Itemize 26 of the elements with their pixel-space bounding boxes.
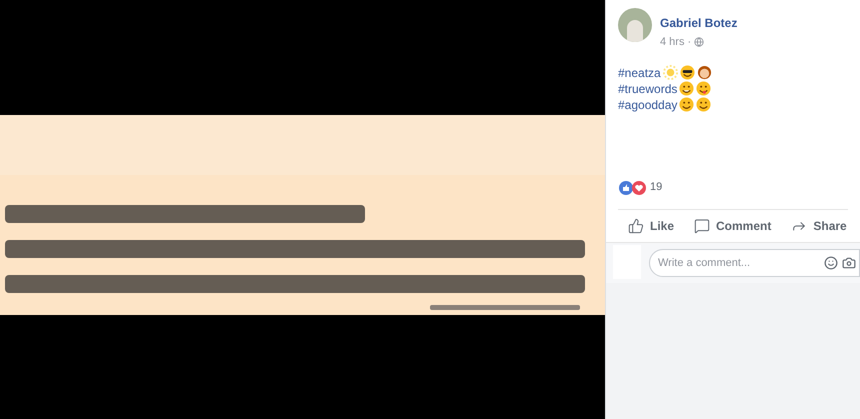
- globe-icon: [694, 37, 704, 48]
- tongue-face-icon: [696, 81, 712, 96]
- comment-button[interactable]: Comment: [694, 216, 772, 234]
- heart-reaction-icon[interactable]: [632, 180, 646, 194]
- hashtag-link[interactable]: #truewords: [618, 80, 678, 98]
- grinning-face-icon: [679, 81, 694, 96]
- smiling-face-icon: [696, 97, 712, 112]
- thumbs-up-icon: [628, 218, 644, 234]
- author-name[interactable]: Gabriel Botez: [660, 16, 738, 30]
- sun-icon: [662, 65, 678, 80]
- comment-field[interactable]: Write a comment...: [649, 248, 860, 276]
- reaction-count[interactable]: 19: [650, 179, 662, 196]
- share-button[interactable]: Share: [791, 216, 847, 234]
- post-time[interactable]: 4 hrs: [660, 34, 684, 50]
- separator: ·: [687, 35, 692, 50]
- speech-bubble-icon: [694, 218, 710, 234]
- avatar[interactable]: [618, 8, 652, 42]
- hashtag-link[interactable]: #agoodday: [618, 96, 678, 114]
- hashtag-link[interactable]: #neatza: [618, 64, 661, 82]
- emoji-icon[interactable]: [824, 256, 838, 270]
- like-button[interactable]: Like: [628, 216, 674, 234]
- person-icon: [696, 65, 712, 80]
- sunglasses-face-icon: [680, 65, 695, 80]
- camera-icon[interactable]: [842, 256, 856, 270]
- smiling-face-icon: [679, 97, 694, 112]
- like-reaction-icon[interactable]: [619, 180, 633, 194]
